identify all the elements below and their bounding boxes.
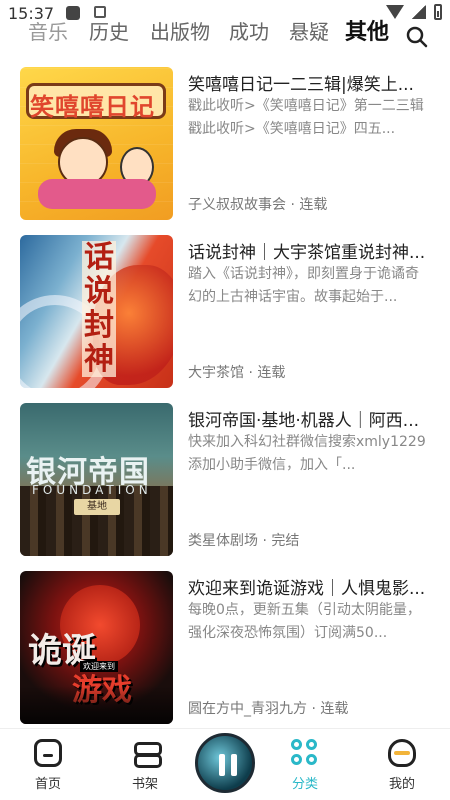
nav-mine-label: 我的 <box>388 777 415 792</box>
cover-title-art: 话说封神 <box>82 240 116 377</box>
album-title[interactable]: 话说封神｜大宇茶馆重说封神... <box>188 238 433 263</box>
album-description: 踏入《话说封神》，即刻置身于诡谲奇幻的上古神话宇宙。故事起始于... <box>188 266 419 305</box>
home-icon <box>34 739 62 767</box>
bookshelf-icon <box>131 739 162 768</box>
album-cover[interactable]: 笑嘻嘻日记 <box>20 67 173 220</box>
now-playing-button[interactable] <box>195 733 255 793</box>
tab-suspense[interactable]: 悬疑 <box>289 16 329 45</box>
list-item[interactable]: 银河帝国 FOUNDATION 基地 银河帝国·基地·机器人｜阿西... 快来加… <box>0 398 450 566</box>
nav-category[interactable]: 分类 <box>275 739 335 792</box>
album-description: 戳此收听>《笑嘻嘻日记》第一二三辑戳此收听>《笑嘻嘻日记》四五... <box>188 98 424 137</box>
album-meta: 子义叔叔故事会 · 连载 <box>188 197 328 213</box>
cover-subtitle: FOUNDATION <box>32 483 152 497</box>
tab-success[interactable]: 成功 <box>229 16 269 45</box>
album-meta: 圆在方中_青羽九方 · 连载 <box>188 701 349 717</box>
nav-bookshelf-label: 书架 <box>131 777 158 792</box>
album-meta: 类星体剧场 · 完结 <box>188 533 300 549</box>
tab-history[interactable]: 历史 <box>89 16 129 45</box>
album-list: 笑嘻嘻日记 笑嘻嘻日记一二三辑|爆笑上... 戳此收听>《笑嘻嘻日记》第一二三辑… <box>0 62 450 734</box>
nav-category-label: 分类 <box>291 777 318 792</box>
album-title[interactable]: 欢迎来到诡诞游戏｜人惧鬼影... <box>188 574 433 599</box>
album-cover[interactable]: 话说封神 <box>20 235 173 388</box>
tab-music[interactable]: 音乐 <box>28 16 68 45</box>
category-icon <box>291 739 319 767</box>
search-icon[interactable] <box>406 26 428 48</box>
album-description: 每晚0点，更新五集（引动太阴能量，强化深夜恐怖氛围）订阅满50... <box>188 602 421 641</box>
cover-plate: 基地 <box>74 499 120 515</box>
nav-bookshelf[interactable]: 书架 <box>115 739 175 792</box>
nav-home-label: 首页 <box>34 777 61 792</box>
nav-mine[interactable]: 我的 <box>372 739 432 792</box>
pause-icon <box>218 754 238 776</box>
category-tabs: 音乐 历史 出版物 成功 悬疑 其他 <box>0 10 450 50</box>
album-title[interactable]: 笑嘻嘻日记一二三辑|爆笑上... <box>188 70 433 95</box>
album-meta: 大宇茶馆 · 连载 <box>188 365 286 381</box>
album-cover[interactable]: 诡诞 欢迎来到 游戏 <box>20 571 173 724</box>
album-description: 快来加入科幻社群微信搜索xmly1229添加小助手微信，加入「... <box>188 434 426 473</box>
nav-home[interactable]: 首页 <box>18 739 78 792</box>
list-item[interactable]: 笑嘻嘻日记 笑嘻嘻日记一二三辑|爆笑上... 戳此收听>《笑嘻嘻日记》第一二三辑… <box>0 62 450 230</box>
list-item[interactable]: 诡诞 欢迎来到 游戏 欢迎来到诡诞游戏｜人惧鬼影... 每晚0点，更新五集（引动… <box>0 566 450 734</box>
bumper-car-illustration <box>38 179 156 209</box>
tab-other[interactable]: 其他 <box>345 14 389 46</box>
album-title[interactable]: 银河帝国·基地·机器人｜阿西... <box>188 406 433 431</box>
album-cover[interactable]: 银河帝国 FOUNDATION 基地 <box>20 403 173 556</box>
list-item[interactable]: 话说封神 话说封神｜大宇茶馆重说封神... 踏入《话说封神》，即刻置身于诡谲奇幻… <box>0 230 450 398</box>
cover-title-art: 笑嘻嘻日记 <box>30 93 155 121</box>
profile-icon <box>388 739 416 767</box>
tab-publications[interactable]: 出版物 <box>150 16 210 45</box>
